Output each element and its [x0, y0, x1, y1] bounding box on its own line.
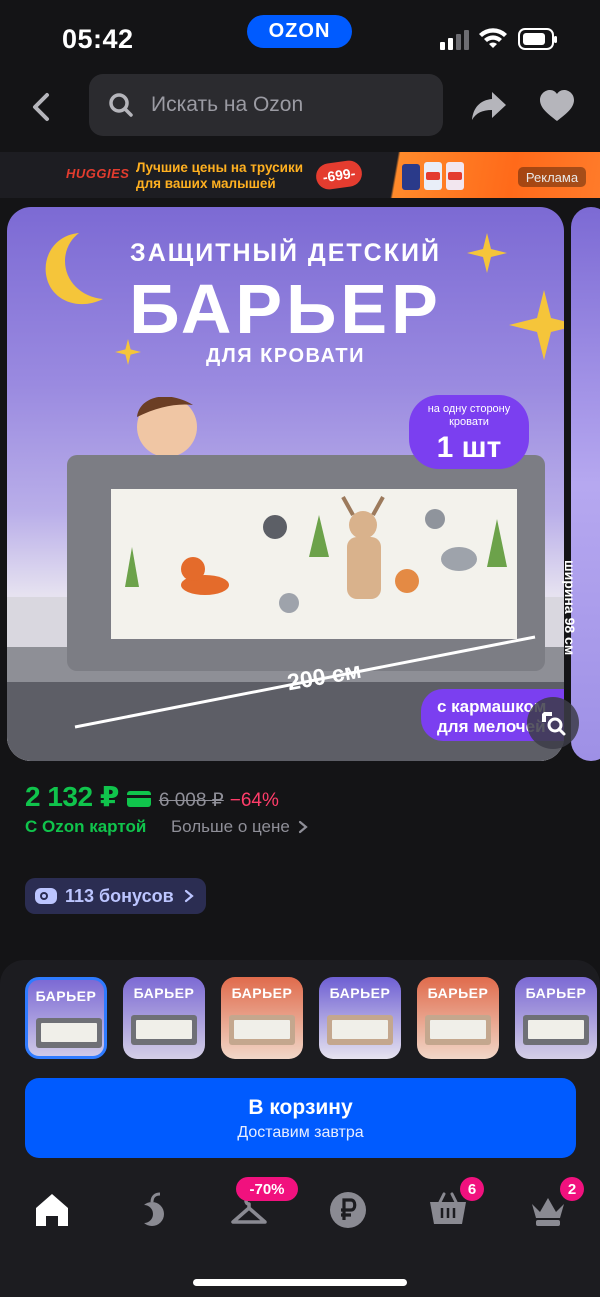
add-to-cart-button[interactable]: В корзину Доставим завтра [25, 1078, 576, 1158]
bonus-label: 113 бонусов [65, 885, 174, 906]
price-old: 6 008 ₽ [158, 790, 224, 811]
thumbnail[interactable]: БАРЬЕР [25, 977, 107, 1059]
price-current: 2 132 ₽ [25, 781, 119, 812]
image-headline-top: ЗАЩИТНЫЙ ДЕТСКИЙ [130, 239, 441, 267]
thumbnail-strip: БАРЬЕР БАРЬЕР БАРЬЕР БАРЬЕР БАРЬЕР БАРЬЕ… [25, 977, 600, 1061]
image-headline-main: БАРЬЕР [129, 270, 442, 348]
next-image-caption: ширина 98 см [562, 560, 578, 656]
ad-text: Лучшие цены на трусики для ваших малышей [136, 160, 303, 191]
thumbnail-title: БАРЬЕР [329, 985, 391, 1001]
image-headline-bottom: ДЛЯ КРОВАТИ [205, 345, 366, 367]
search-icon [109, 93, 133, 117]
thumbnail[interactable]: БАРЬЕР [123, 977, 205, 1059]
thumbnail-barrier [523, 1015, 589, 1045]
share-icon[interactable] [470, 88, 508, 124]
signal-icon [440, 30, 469, 50]
more-about-price-label: Больше о цене [171, 817, 290, 836]
search-bar[interactable]: Искать на Ozon [89, 74, 443, 136]
thumbnail-title: БАРЬЕР [525, 985, 587, 1001]
product-image[interactable]: ЗАЩИТНЫЙ ДЕТСКИЙ БАРЬЕР ДЛЯ КРОВАТИ на о… [7, 207, 564, 761]
ad-label: Реклама [518, 167, 586, 187]
ozon-card-icon [126, 791, 151, 807]
clock: 05:42 [62, 24, 134, 54]
thumbnail-title: БАРЬЕР [231, 985, 293, 1001]
search-placeholder: Искать на Ozon [151, 93, 304, 116]
more-about-price-link[interactable]: Больше о цене [171, 817, 308, 837]
tab-badge-cart: 6 [460, 1177, 484, 1201]
heart-icon[interactable] [538, 88, 576, 124]
diaper-packs-image [402, 162, 464, 190]
ozon-card-label[interactable]: С Ozon картой [25, 817, 146, 837]
product-page: 05:42 OZON Искать на Ozon HUGGIES Лучшие… [0, 0, 600, 1297]
chevron-right-icon [298, 820, 308, 834]
tab-badge-profile: 2 [560, 1177, 584, 1201]
home-icon[interactable] [32, 1190, 72, 1230]
battery-icon [518, 28, 557, 50]
discount-percent: −64% [229, 790, 279, 811]
image-search-button[interactable] [527, 697, 579, 749]
thumbnail[interactable]: БАРЬЕР [221, 977, 303, 1059]
thumbnail-title: БАРЬЕР [35, 988, 97, 1004]
delivery-sublabel: Доставим завтра [237, 1124, 364, 1141]
next-product-image[interactable] [571, 207, 600, 761]
price-row: 2 132 ₽ 6 008 ₽ −64% [25, 780, 279, 814]
chevron-right-icon [184, 889, 194, 903]
status-bar: 05:42 OZON [0, 0, 600, 74]
bonus-chip[interactable]: 113 бонусов [25, 878, 206, 914]
quantity-badge-value: 1 шт [436, 431, 502, 464]
ad-banner[interactable]: HUGGIES Лучшие цены на трусики для ваших… [0, 152, 600, 198]
tab-badge-sale: -70% [236, 1177, 298, 1201]
thumbnail-title: БАРЬЕР [133, 985, 195, 1001]
home-indicator[interactable] [193, 1279, 407, 1286]
add-to-cart-label: В корзину [248, 1096, 353, 1119]
ozon-logo: OZON [247, 15, 352, 48]
top-bar: Искать на Ozon [0, 74, 600, 150]
thumbnail-barrier [131, 1015, 197, 1045]
thumbnail[interactable]: БАРЬЕР [417, 977, 499, 1059]
thumbnail-barrier [425, 1015, 491, 1045]
thumbnail-barrier [36, 1018, 102, 1048]
thumbnail-barrier [327, 1015, 393, 1045]
quantity-badge: на одну сторону кровати 1 шт [409, 395, 529, 469]
ad-brand: HUGGIES [66, 166, 130, 181]
image-search-icon [542, 712, 566, 736]
wifi-icon [479, 28, 507, 48]
thumbnail-barrier [229, 1015, 295, 1045]
back-arrow-icon[interactable] [25, 88, 59, 126]
thumbnail[interactable]: БАРЬЕР [319, 977, 401, 1059]
thumbnail-title: БАРЬЕР [427, 985, 489, 1001]
thumbnail[interactable]: БАРЬЕР [515, 977, 597, 1059]
fresh-icon[interactable] [130, 1190, 170, 1230]
quantity-badge-caption: на одну сторону кровати [427, 403, 511, 428]
ruble-icon[interactable] [328, 1190, 368, 1230]
bonus-icon [35, 888, 57, 904]
